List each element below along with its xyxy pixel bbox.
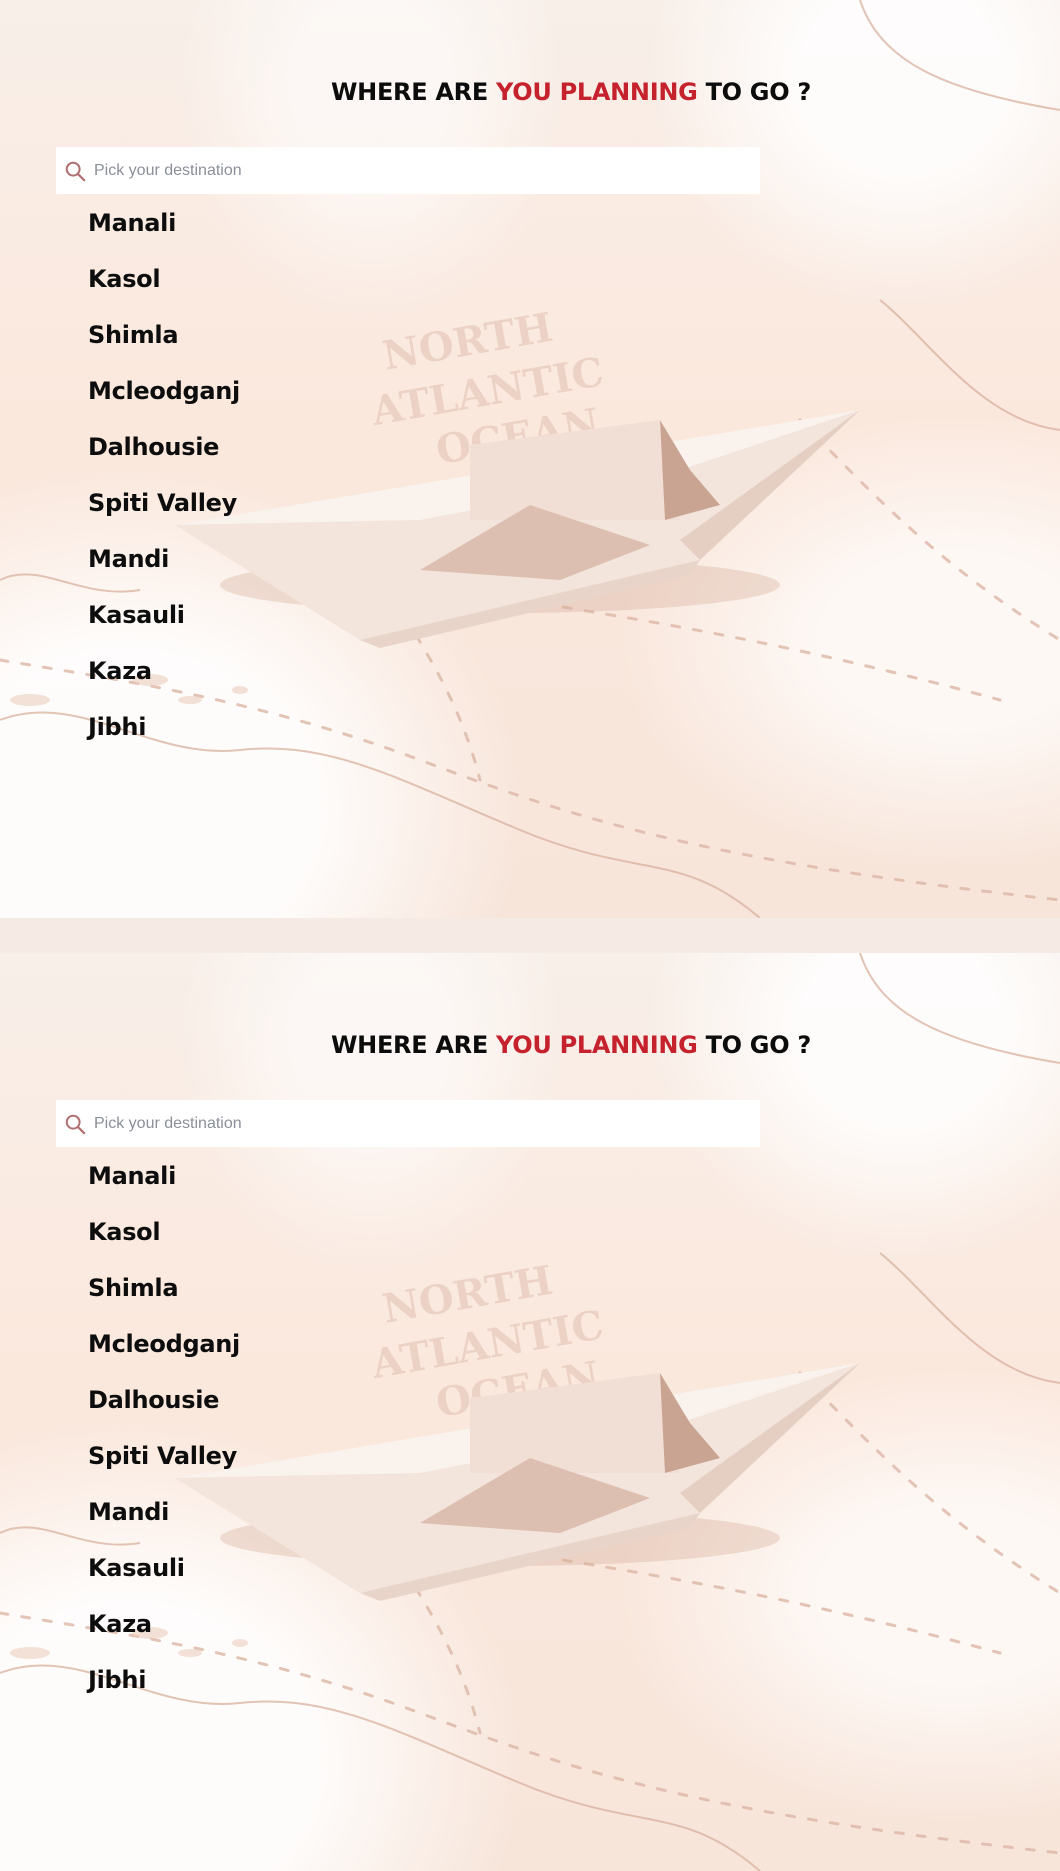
destination-option-kasauli[interactable]: Kasauli	[88, 1549, 240, 1605]
destination-option-mcleodganj[interactable]: Mcleodganj	[88, 1325, 240, 1381]
destination-option-kaza[interactable]: Kaza	[88, 1605, 240, 1661]
title-accent: YOU PLANNING	[496, 78, 698, 106]
title-part-2: TO GO ?	[697, 78, 812, 106]
paper-boat-image	[175, 1363, 860, 1601]
destination-search-input[interactable]	[92, 1100, 744, 1147]
page-title: WHERE ARE YOU PLANNING TO GO ?	[331, 1031, 811, 1059]
destination-option-mcleodganj[interactable]: Mcleodganj	[88, 372, 240, 428]
destination-option-jibhi[interactable]: Jibhi	[88, 1661, 240, 1717]
destination-option-manali[interactable]: Manali	[88, 204, 240, 260]
title-part-2: TO GO ?	[697, 1031, 812, 1059]
destination-option-dalhousie[interactable]: Dalhousie	[88, 1381, 240, 1437]
paper-boat-image	[175, 410, 860, 648]
destination-option-jibhi[interactable]: Jibhi	[88, 708, 240, 764]
destination-option-mandi[interactable]: Mandi	[88, 1493, 240, 1549]
destination-option-shimla[interactable]: Shimla	[88, 316, 240, 372]
destination-search-input[interactable]	[92, 147, 744, 194]
destination-option-kasauli[interactable]: Kasauli	[88, 596, 240, 652]
title-accent: YOU PLANNING	[496, 1031, 698, 1059]
destination-option-mandi[interactable]: Mandi	[88, 540, 240, 596]
search-icon	[65, 161, 86, 182]
destination-option-kasol[interactable]: Kasol	[88, 1213, 240, 1269]
destination-option-dalhousie[interactable]: Dalhousie	[88, 428, 240, 484]
destination-list: Manali Kasol Shimla Mcleodganj Dalhousie…	[88, 204, 240, 764]
title-part-1: WHERE ARE	[331, 78, 496, 106]
destination-list: Manali Kasol Shimla Mcleodganj Dalhousie…	[88, 1157, 240, 1717]
destination-option-kasol[interactable]: Kasol	[88, 260, 240, 316]
title-part-1: WHERE ARE	[331, 1031, 496, 1059]
destination-option-shimla[interactable]: Shimla	[88, 1269, 240, 1325]
destination-panel-2: NORTH ATLANTIC OCEAN WHERE ARE YOU PLANN…	[0, 953, 1060, 1871]
destination-option-kaza[interactable]: Kaza	[88, 652, 240, 708]
destination-panel-1: NORTH ATLANTIC OCEAN WHERE ARE YOU PLANN…	[0, 0, 1060, 918]
page-title: WHERE ARE YOU PLANNING TO GO ?	[331, 78, 811, 106]
search-icon	[65, 1114, 86, 1135]
destination-option-spiti-valley[interactable]: Spiti Valley	[88, 484, 240, 540]
search-box	[56, 1100, 760, 1147]
destination-option-spiti-valley[interactable]: Spiti Valley	[88, 1437, 240, 1493]
destination-option-manali[interactable]: Manali	[88, 1157, 240, 1213]
search-box	[56, 147, 760, 194]
